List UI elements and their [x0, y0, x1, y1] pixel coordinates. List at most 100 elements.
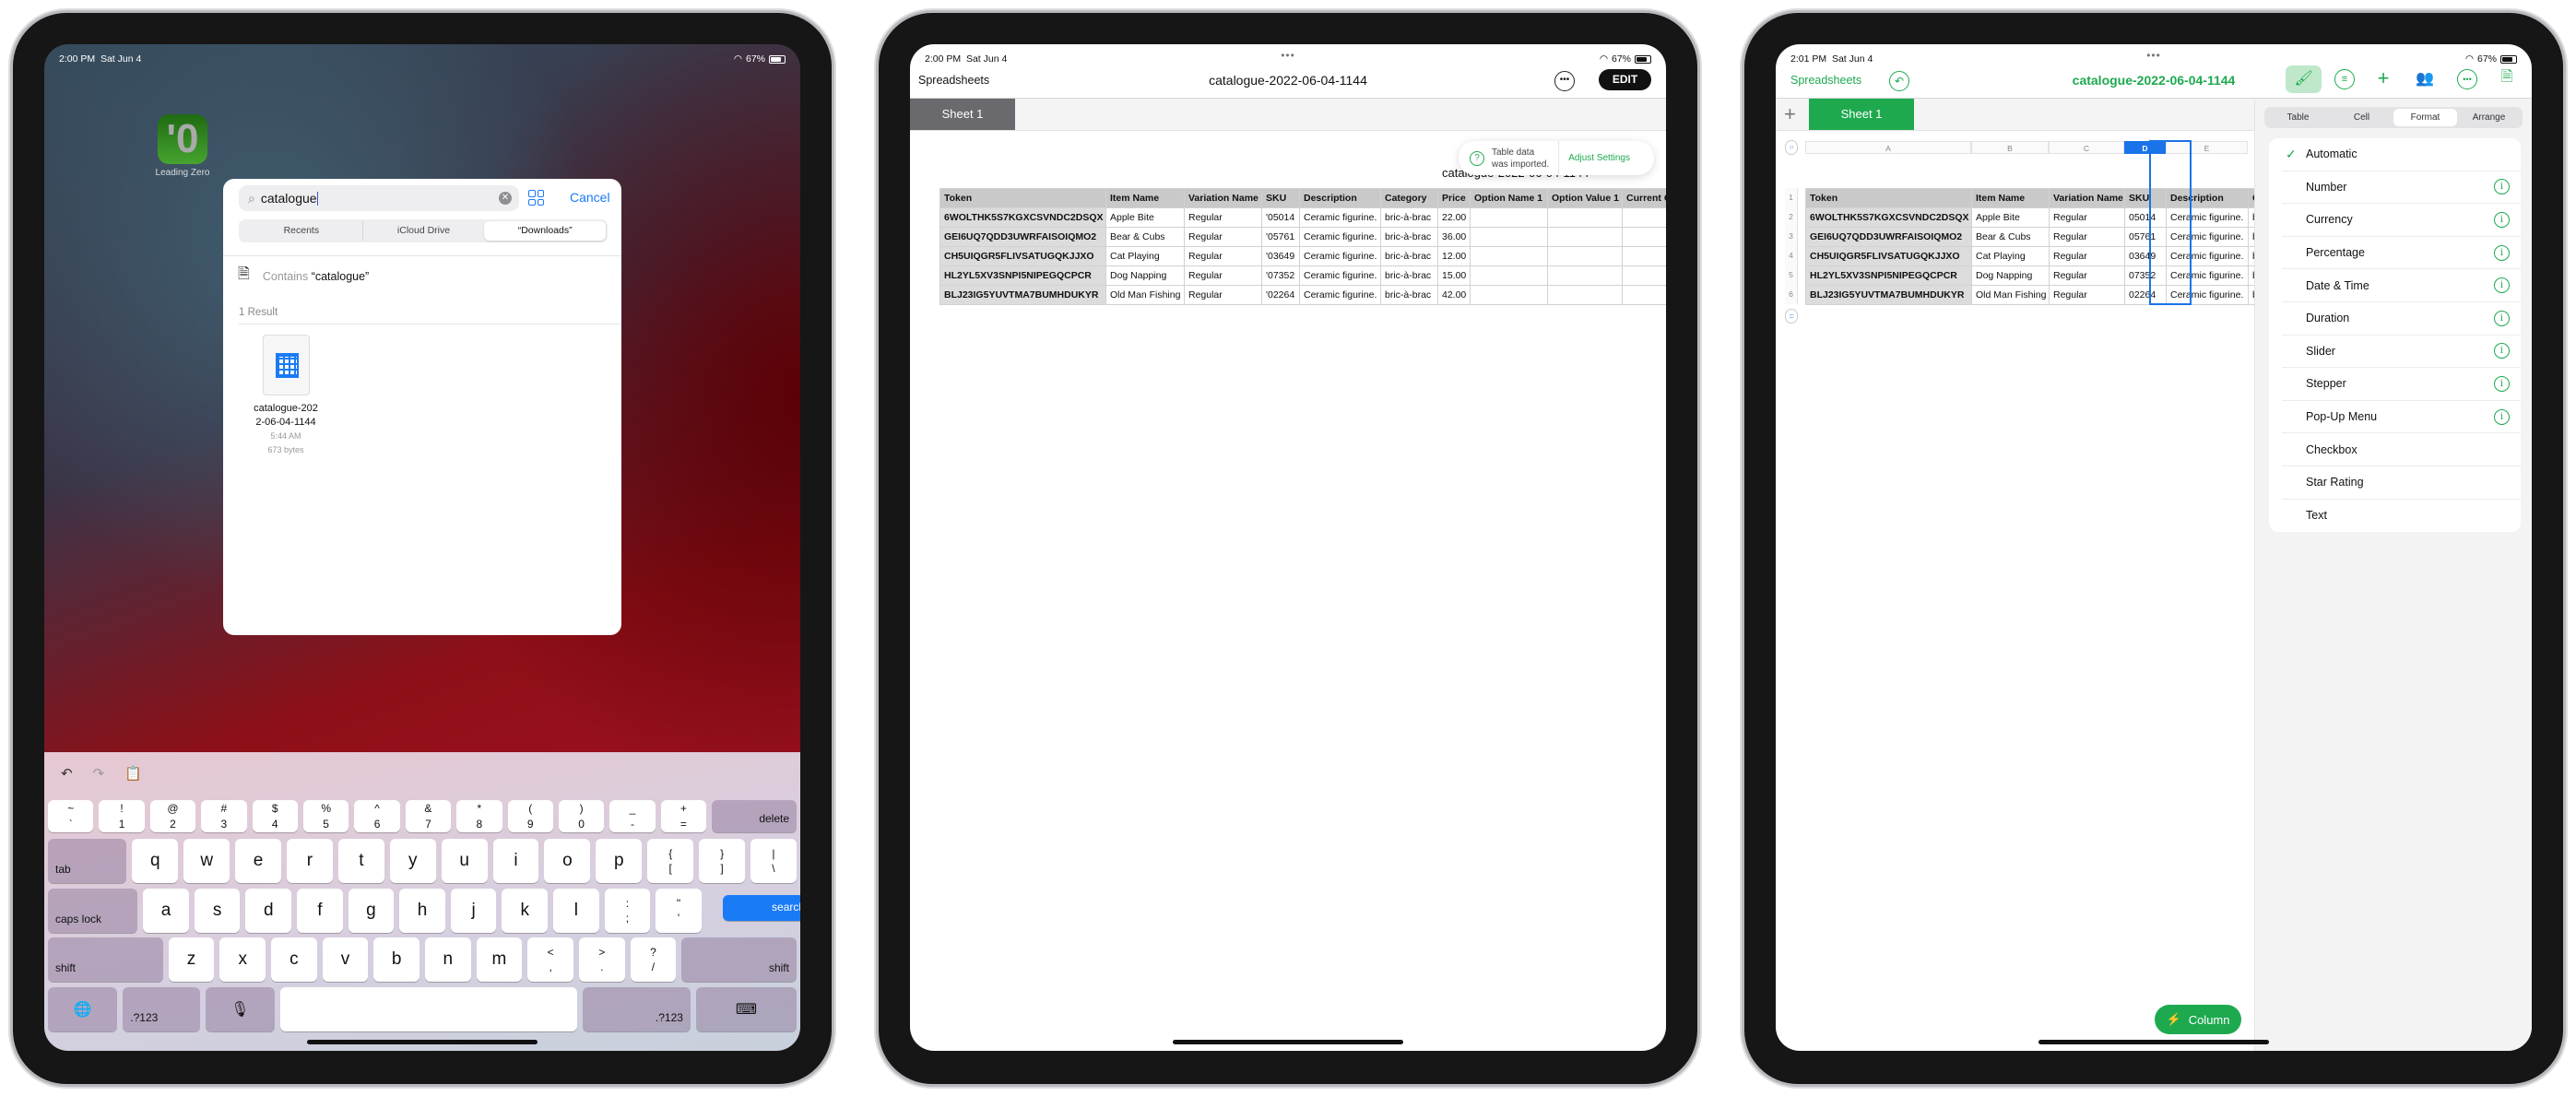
- column-header[interactable]: Variation Name: [1184, 188, 1262, 208]
- table-cell[interactable]: Bear & Cubs: [1105, 227, 1185, 247]
- column-header[interactable]: Category: [1380, 188, 1438, 208]
- key-i[interactable]: i: [492, 839, 539, 883]
- column-letter-b[interactable]: B: [1971, 141, 2049, 154]
- table-cell[interactable]: [1547, 285, 1623, 305]
- key-48[interactable]: ) 0: [558, 800, 605, 832]
- tab-arrange[interactable]: Arrange: [2457, 109, 2521, 126]
- row-number[interactable]: 6: [1785, 285, 1798, 304]
- home-indicator[interactable]: [2038, 1040, 2269, 1044]
- column-header[interactable]: Description: [1299, 188, 1381, 208]
- table-cell[interactable]: '05761: [1261, 227, 1300, 247]
- key-p[interactable]: p: [596, 839, 643, 883]
- key-45[interactable]: _ -: [609, 800, 656, 832]
- table-cell[interactable]: Old Man Fishing: [1971, 285, 2050, 305]
- sort-filter-icon[interactable]: ≡: [2334, 69, 2355, 89]
- table-cell[interactable]: HL2YL5XV3SNPI5NIPEGQCPCR: [1805, 265, 1972, 286]
- key-a[interactable]: a: [143, 889, 189, 933]
- key-123[interactable]: .?123: [582, 987, 691, 1031]
- table-cell[interactable]: Regular: [1184, 265, 1262, 286]
- cancel-button[interactable]: Cancel: [570, 190, 610, 205]
- key-g[interactable]: g: [348, 889, 395, 933]
- table-cell[interactable]: Ceramic figurine.: [1299, 227, 1381, 247]
- table-cell[interactable]: '05014: [1261, 207, 1300, 228]
- key-39[interactable]: " ': [656, 889, 702, 933]
- info-icon[interactable]: i: [2494, 375, 2510, 392]
- key-92[interactable]: | \: [750, 839, 797, 883]
- key-56[interactable]: * 8: [456, 800, 502, 832]
- table-cell[interactable]: [1547, 227, 1623, 247]
- adjust-settings-button[interactable]: Adjust Settings: [1568, 153, 1630, 163]
- more-icon[interactable]: •••: [2457, 69, 2477, 89]
- column-header[interactable]: Item Name: [1971, 188, 2050, 208]
- format-option-date-time[interactable]: Date & Time i: [2282, 269, 2521, 302]
- key-l[interactable]: l: [553, 889, 599, 933]
- table-cell[interactable]: Regular: [1184, 227, 1262, 247]
- table-cell[interactable]: bric-à-brac: [1380, 265, 1438, 286]
- key-x[interactable]: x: [219, 937, 266, 982]
- table-cell[interactable]: CH5UIQGR5FLIVSATUGQKJJXO: [1805, 246, 1972, 266]
- key-t[interactable]: t: [337, 839, 384, 883]
- table-cell[interactable]: Regular: [2049, 285, 2125, 305]
- undo-icon[interactable]: ↶: [61, 765, 73, 782]
- table-cell[interactable]: Ceramic figurine.: [1299, 246, 1381, 266]
- table-cell[interactable]: '02264: [1261, 285, 1300, 305]
- table-cell[interactable]: 15.00: [1437, 265, 1471, 286]
- row-number[interactable]: 5: [1785, 265, 1798, 285]
- key-54[interactable]: ^ 6: [354, 800, 400, 832]
- key-tab[interactable]: tab: [48, 839, 127, 883]
- column-header[interactable]: Variation Name: [2049, 188, 2125, 208]
- grid-view-icon[interactable]: [528, 190, 544, 206]
- table-cell[interactable]: [1547, 265, 1623, 286]
- table-cell[interactable]: Regular: [2049, 207, 2125, 228]
- key-61[interactable]: + =: [660, 800, 707, 832]
- table-cell[interactable]: [1622, 265, 1666, 286]
- key-123[interactable]: .?123: [123, 987, 200, 1031]
- table-cell[interactable]: [1470, 207, 1548, 228]
- table-cell[interactable]: bric-à-brac: [1380, 207, 1438, 228]
- column-action-button[interactable]: ⚡ Column: [2155, 1005, 2241, 1034]
- key-s[interactable]: s: [194, 889, 241, 933]
- table-cell[interactable]: Regular: [1184, 285, 1262, 305]
- tab-table[interactable]: Table: [2266, 109, 2330, 126]
- collaborate-icon[interactable]: 👥: [2415, 68, 2435, 88]
- table-cell[interactable]: Regular: [2049, 227, 2125, 247]
- table-cell[interactable]: Apple Bite: [1971, 207, 2050, 228]
- key-k[interactable]: k: [502, 889, 549, 933]
- key-q[interactable]: q: [132, 839, 179, 883]
- key-51[interactable]: #3: [201, 800, 247, 832]
- format-brush-button[interactable]: 🖌: [2286, 65, 2322, 93]
- table-cell[interactable]: Bear & Cubs: [1971, 227, 2050, 247]
- column-letter-c[interactable]: C: [2049, 141, 2124, 154]
- clear-search-icon[interactable]: ✕: [499, 192, 512, 205]
- key-caps-lock[interactable]: caps lock: [48, 889, 138, 933]
- scope-downloads[interactable]: “Downloads”: [484, 221, 607, 241]
- format-option-text[interactable]: Text: [2282, 500, 2521, 533]
- scope-icloud-drive[interactable]: iCloud Drive: [361, 221, 485, 241]
- format-option-slider[interactable]: Slider i: [2282, 336, 2521, 369]
- file-item[interactable]: catalogue-202 2-06-04-1144 5:44 AM 673 b…: [230, 335, 341, 457]
- info-icon[interactable]: i: [2494, 277, 2510, 294]
- info-icon[interactable]: i: [2494, 343, 2510, 359]
- keyboard-dismiss-key[interactable]: ⌨: [695, 987, 797, 1031]
- table-cell[interactable]: [1622, 227, 1666, 247]
- key-52[interactable]: $4: [252, 800, 298, 832]
- table-cell[interactable]: Ceramic figurine.: [1299, 207, 1381, 228]
- tab-format[interactable]: Format: [2393, 109, 2457, 126]
- row-number[interactable]: 3: [1785, 227, 1798, 246]
- key-search[interactable]: search: [722, 895, 800, 921]
- key-d[interactable]: d: [245, 889, 292, 933]
- table-cell[interactable]: 22.00: [1437, 207, 1471, 228]
- format-option-automatic[interactable]: ✓ Automatic: [2282, 138, 2521, 171]
- table-cell[interactable]: GEI6UQ7QDD3UWRFAISOIQMO2: [1805, 227, 1972, 247]
- table-cell[interactable]: BLJ23IG5YUVTMA7BUMHDUKYR: [1805, 285, 1972, 305]
- key-j[interactable]: j: [450, 889, 497, 933]
- table-cell[interactable]: 12.00: [1437, 246, 1471, 266]
- format-option-duration[interactable]: Duration i: [2282, 302, 2521, 336]
- table-cell[interactable]: 42.00: [1437, 285, 1471, 305]
- table-cell[interactable]: Apple Bite: [1105, 207, 1185, 228]
- table-cell[interactable]: Dog Napping: [1105, 265, 1185, 286]
- key-o[interactable]: o: [544, 839, 591, 883]
- table-cell[interactable]: bric-à-brac: [1380, 227, 1438, 247]
- selected-column-d-outline[interactable]: [2149, 140, 2192, 305]
- table-cell[interactable]: Regular: [1184, 246, 1262, 266]
